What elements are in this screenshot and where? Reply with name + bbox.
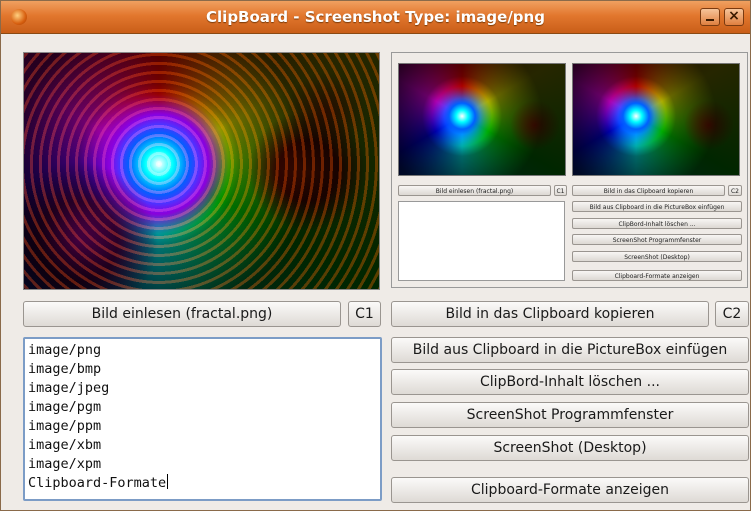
close-icon: × <box>728 8 740 24</box>
list-item: image/xbm <box>28 437 102 453</box>
picture-box-screenshot: Bild einlesen (fractal.png) C1 Bild in d… <box>391 52 748 288</box>
thumbnail-formats-list <box>398 201 565 281</box>
list-item: image/bmp <box>28 361 102 377</box>
thumbnail-load-button: Bild einlesen (fractal.png) <box>398 185 551 196</box>
list-item-text: Clipboard-Formate <box>28 475 167 491</box>
c2-button[interactable]: C2 <box>715 301 749 327</box>
close-button[interactable]: × <box>724 8 744 26</box>
list-item: image/xpm <box>28 456 102 472</box>
thumbnail-copy-button: Bild in das Clipboard kopieren <box>572 185 725 196</box>
thumbnail-c2-button: C2 <box>728 185 742 196</box>
screenshot-desktop-button[interactable]: ScreenShot (Desktop) <box>391 435 749 461</box>
list-item-last: Clipboard-Formate <box>28 474 380 493</box>
thumbnail-show-formats-button: Clipboard-Formate anzeigen <box>572 270 742 281</box>
window-title: ClipBoard - Screenshot Type: image/png <box>206 8 545 26</box>
thumbnail-clear-button: ClipBord-Inhalt löschen ... <box>572 218 742 229</box>
thumbnail-fractal-left <box>398 63 566 176</box>
screenshot-window-button[interactable]: ScreenShot Programmfenster <box>391 402 749 428</box>
list-item: image/pgm <box>28 399 102 415</box>
thumbnail-c1-button: C1 <box>554 185 567 196</box>
show-clipboard-formats-button[interactable]: Clipboard-Formate anzeigen <box>391 477 749 503</box>
c1-button[interactable]: C1 <box>348 301 381 327</box>
list-item: image/jpeg <box>28 380 110 396</box>
clear-clipboard-button[interactable]: ClipBord-Inhalt löschen ... <box>391 369 749 395</box>
paste-to-picturebox-button[interactable]: Bild aus Clipboard in die PictureBox ein… <box>391 337 749 363</box>
text-caret <box>167 474 169 489</box>
minimize-button[interactable] <box>700 8 720 26</box>
thumbnail-screenshot-window-button: ScreenShot Programmfenster <box>572 234 742 245</box>
thumbnail-screenshot-desktop-button: ScreenShot (Desktop) <box>572 251 742 262</box>
clipboard-formats-textarea[interactable]: image/png image/bmp image/jpeg image/pgm… <box>23 337 382 501</box>
picture-box-fractal <box>23 52 380 290</box>
title-bar[interactable]: ClipBoard - Screenshot Type: image/png × <box>1 1 750 34</box>
list-item: image/ppm <box>28 418 102 434</box>
main-window: ClipBoard - Screenshot Type: image/png ×… <box>0 0 751 511</box>
copy-to-clipboard-button[interactable]: Bild in das Clipboard kopieren <box>391 301 709 327</box>
thumbnail-fractal-right <box>572 63 740 176</box>
list-item: image/png <box>28 342 102 358</box>
load-image-button[interactable]: Bild einlesen (fractal.png) <box>23 301 341 327</box>
thumbnail-paste-button: Bild aus Clipboard in die PictureBox ein… <box>572 201 742 212</box>
